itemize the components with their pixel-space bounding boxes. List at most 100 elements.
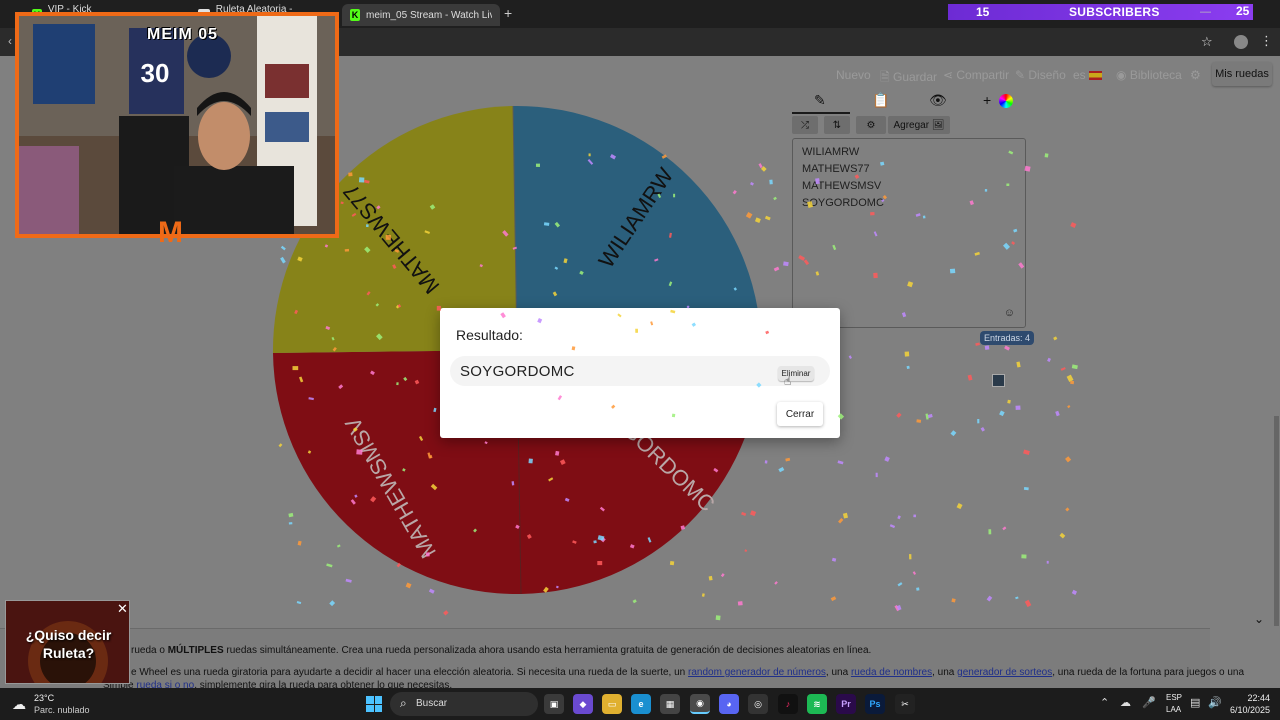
edge-icon[interactable]: e xyxy=(631,694,651,714)
spain-flag-icon xyxy=(1089,71,1103,81)
profile-avatar[interactable] xyxy=(1234,35,1248,49)
temperature: 23°C xyxy=(34,693,55,703)
entries-count-badge: Entradas: 4 xyxy=(980,331,1035,345)
hide-eye-icon[interactable]: 👁 xyxy=(929,92,947,109)
compartir-label: Compartir xyxy=(956,68,1010,82)
tray-chevron-icon[interactable]: ⌃ xyxy=(1100,696,1109,709)
windows-start-icon[interactable] xyxy=(366,696,382,712)
diseno-button[interactable]: ✎ Diseño xyxy=(1015,68,1066,82)
fullscreen-icon[interactable] xyxy=(992,374,1005,387)
ruleta-promo[interactable]: ¿Quiso decir Ruleta? ✕ xyxy=(5,600,130,684)
biblioteca-label: Biblioteca xyxy=(1129,68,1182,82)
weather-status: Parc. nublado xyxy=(34,705,90,715)
color-wheel-icon[interactable] xyxy=(999,94,1013,108)
tray-app-icon[interactable]: ☁ xyxy=(1120,696,1131,709)
panel-tabs: ✎ 📋 👁 + xyxy=(792,92,1026,114)
desc-bold: MÚLTIPLES xyxy=(167,645,224,656)
description-line-2: e Wheel es una rueda giratoria para ayud… xyxy=(131,667,1244,678)
page-scrollbar[interactable] xyxy=(1274,416,1279,626)
close-icon[interactable]: ✕ xyxy=(117,601,128,617)
guardar-label: Guardar xyxy=(892,70,938,84)
dialog-title: Resultado: xyxy=(456,327,523,343)
kick-icon: K xyxy=(350,9,361,21)
discord-icon[interactable]: ◕ xyxy=(719,694,739,714)
webcam-overlay: 30 MEIM 05 xyxy=(15,12,339,238)
result-box: SOYGORDOMC xyxy=(450,356,830,386)
agregar-label: Agregar xyxy=(893,119,930,131)
taskbar-search[interactable]: ⌕ Buscar xyxy=(390,692,538,716)
copilot-icon[interactable]: ◆ xyxy=(573,694,593,714)
mis-ruedas-button[interactable]: Mis ruedas xyxy=(1212,62,1272,86)
result-dialog: Resultado: SOYGORDOMC Eliminar ☝ Cerrar xyxy=(440,308,840,438)
entry-line: WILIAMRW xyxy=(802,146,860,158)
chevron-down-icon[interactable]: ⌄ xyxy=(1254,612,1264,626)
microphone-icon[interactable]: 🎤 xyxy=(1142,696,1156,709)
back-arrow-icon[interactable]: ‹ xyxy=(8,34,12,48)
input-language[interactable]: ESP xyxy=(1166,693,1182,702)
clock-date: 6/10/2025 xyxy=(1229,705,1270,715)
image-settings-icon[interactable]: ⚙ xyxy=(856,116,886,134)
promo-text-1: ¿Quiso decir xyxy=(25,627,112,643)
promo-text-2: Ruleta? xyxy=(42,645,95,661)
diseno-label: Diseño xyxy=(1028,68,1066,82)
desc-text: ruedas simultáneamente. Crea una rueda p… xyxy=(223,645,872,656)
add-plus-icon[interactable]: + xyxy=(983,92,991,108)
shuffle-icon[interactable]: ⤮ xyxy=(792,116,818,134)
obs-icon[interactable]: ◎ xyxy=(748,694,768,714)
agregar-image-button[interactable]: Agregar 🖼 xyxy=(888,116,950,134)
entry-line: MATHEWSMSV xyxy=(802,180,882,192)
entry-line: SOYGORDOMC xyxy=(802,197,884,209)
photoshop-icon[interactable]: Ps xyxy=(865,694,885,714)
file-explorer-icon[interactable]: ▭ xyxy=(602,694,622,714)
active-tab-indicator xyxy=(792,112,850,114)
spotify-icon[interactable]: ≋ xyxy=(807,694,827,714)
biblioteca-button[interactable]: ◉ Biblioteca xyxy=(1116,68,1182,82)
description-section: rueda o MÚLTIPLES ruedas simultáneamente… xyxy=(0,628,1244,691)
entries-textarea[interactable]: WILIAMRW MATHEWS77 MATHEWSMSV SOYGORDOMC… xyxy=(792,138,1026,328)
network-icon[interactable]: ▤ xyxy=(1190,696,1200,709)
random-number-link[interactable]: random generador de números xyxy=(688,667,826,678)
keyboard-layout[interactable]: LAA xyxy=(1166,705,1181,714)
browser-menu-icon[interactable]: ⋮ xyxy=(1260,33,1273,49)
desc-text: , una xyxy=(932,667,958,678)
capcut-icon[interactable]: ✂ xyxy=(895,694,915,714)
desc-text: e Wheel es una rueda giratoria para ayud… xyxy=(131,667,689,678)
edit-pencil-icon[interactable]: ✎ xyxy=(814,92,826,109)
tab-label: meim_05 Stream - Watch Live o... xyxy=(366,9,492,21)
name-wheel-link[interactable]: rueda de nombres xyxy=(851,667,932,678)
sort-icon[interactable]: ⇅ xyxy=(824,116,850,134)
search-label: Buscar xyxy=(416,698,448,709)
tab-kick-stream[interactable]: K meim_05 Stream - Watch Live o... xyxy=(342,4,500,26)
result-value: SOYGORDOMC xyxy=(460,363,575,380)
streamer-camera-feed: 30 xyxy=(19,16,335,234)
desc-text: rueda o xyxy=(131,645,168,656)
bookmark-star-icon[interactable]: ☆ xyxy=(1201,34,1213,50)
clock-time: 22:44 xyxy=(1247,693,1270,703)
goal-count: 25 xyxy=(1236,4,1250,18)
emoji-icon[interactable]: ☺ xyxy=(1004,307,1015,319)
task-view-icon[interactable]: ▣ xyxy=(544,694,564,714)
desc-text: , una rueda de la fortuna para juegos o … xyxy=(1052,667,1245,678)
language-label: es xyxy=(1073,68,1086,82)
minimize-icon[interactable]: — xyxy=(1200,6,1211,18)
search-icon: ⌕ xyxy=(400,696,407,710)
cerrar-button[interactable]: Cerrar xyxy=(777,402,823,426)
settings-gear-icon[interactable]: ⚙ xyxy=(1190,68,1201,82)
raffle-link[interactable]: generador de sorteos xyxy=(957,667,1052,678)
premiere-icon[interactable]: Pr xyxy=(836,694,856,714)
language-button[interactable]: es xyxy=(1073,68,1103,82)
entry-line: MATHEWS77 xyxy=(802,163,870,175)
store-icon[interactable]: ▦ xyxy=(660,694,680,714)
cloud-weather-icon[interactable]: ☁ xyxy=(12,696,26,713)
tiktok-icon[interactable]: ♪ xyxy=(778,694,798,714)
compartir-button[interactable]: ⋖ Compartir xyxy=(943,68,1009,82)
results-clipboard-icon[interactable]: 📋 xyxy=(872,92,889,109)
subscribers-count: 15 xyxy=(976,5,990,19)
volume-icon[interactable]: 🔊 xyxy=(1208,696,1222,709)
new-tab-button[interactable]: + xyxy=(504,5,512,21)
chrome-icon[interactable]: ◉ xyxy=(690,694,710,714)
nuevo-button[interactable]: Nuevo xyxy=(836,68,871,82)
guardar-button[interactable]: 🗎 Guardar xyxy=(880,68,937,89)
taskbar: ☁ 23°C Parc. nublado ⌕ Buscar ▣ ◆ ▭ e ▦ … xyxy=(0,688,1280,720)
streamer-name: MEIM 05 xyxy=(147,26,219,43)
